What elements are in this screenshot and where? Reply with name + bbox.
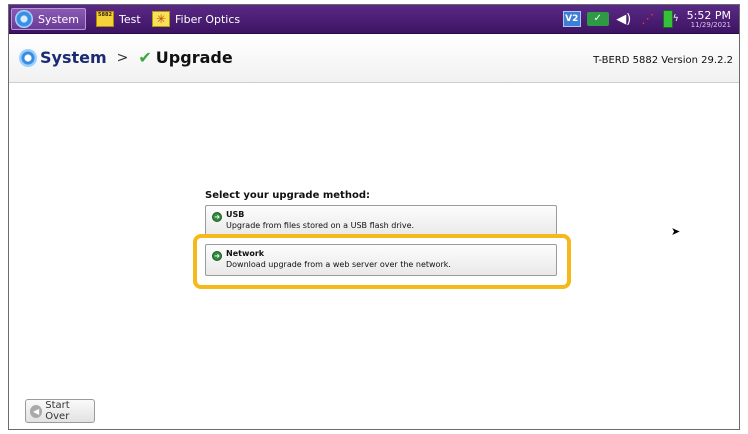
clock-date: 11/29/2021 <box>690 20 731 29</box>
usb-option-name: USB <box>226 210 245 219</box>
v2-icon[interactable]: V2 <box>562 11 581 27</box>
upgrade-method-prompt: Select your upgrade method: <box>205 190 370 201</box>
app-window: System 5882 Test ✳ Fiber Optics V2 ✓ ◀) … <box>8 4 740 430</box>
mouse-pointer-icon: ➤ <box>671 225 681 238</box>
breadcrumb-upgrade: Upgrade <box>155 48 233 67</box>
version-label: T-BERD 5882 Version 29.2.2 <box>593 55 733 66</box>
usb-upgrade-option[interactable]: ➜ USB Upgrade from files stored on a USB… <box>205 205 557 237</box>
gear-icon <box>14 10 34 28</box>
rewind-icon: ◀ <box>30 404 43 418</box>
tab-test[interactable]: 5882 Test <box>93 8 147 30</box>
usb-option-description: Upgrade from files stored on a USB flash… <box>226 221 415 230</box>
test-set-icon: 5882 <box>95 10 115 28</box>
upgrade-check-icon: ✔ <box>138 48 152 67</box>
breadcrumb-separator: > <box>116 49 129 66</box>
battery-icon[interactable] <box>662 10 673 28</box>
title-bar: System > ✔ Upgrade T-BERD 5882 Version 2… <box>9 35 739 83</box>
clock[interactable]: 5:52 PM 11/29/2021 <box>687 10 731 29</box>
speaker-icon[interactable]: ◀) <box>615 12 633 27</box>
taskbar: System 5882 Test ✳ Fiber Optics V2 ✓ ◀) … <box>9 5 739 34</box>
tab-test-label: Test <box>119 12 141 26</box>
tab-fiber-optics-label: Fiber Optics <box>175 12 241 26</box>
tab-system-label: System <box>38 12 80 26</box>
system-tray: V2 ✓ ◀) ⋰ ϟ 5:52 PM 11/29/2021 <box>562 8 731 30</box>
breadcrumb: System > ✔ Upgrade <box>19 48 233 67</box>
tab-system[interactable]: System <box>11 8 87 30</box>
wifi-off-icon[interactable]: ⋰ <box>639 12 657 27</box>
start-over-label: Start Over <box>45 400 70 422</box>
fiber-optics-icon: ✳ <box>151 10 171 28</box>
ac-power-icon: ϟ <box>672 14 679 24</box>
breadcrumb-system[interactable]: System <box>40 48 107 67</box>
clock-time: 5:52 PM <box>686 8 731 22</box>
tab-fiber-optics[interactable]: ✳ Fiber Optics <box>149 8 246 30</box>
arrow-right-icon: ➜ <box>212 212 222 222</box>
system-gear-icon <box>19 48 37 67</box>
start-over-button[interactable]: ◀ Start Over <box>25 399 95 423</box>
network-status-icon[interactable]: ✓ <box>586 12 609 26</box>
network-option-highlight <box>193 234 571 289</box>
